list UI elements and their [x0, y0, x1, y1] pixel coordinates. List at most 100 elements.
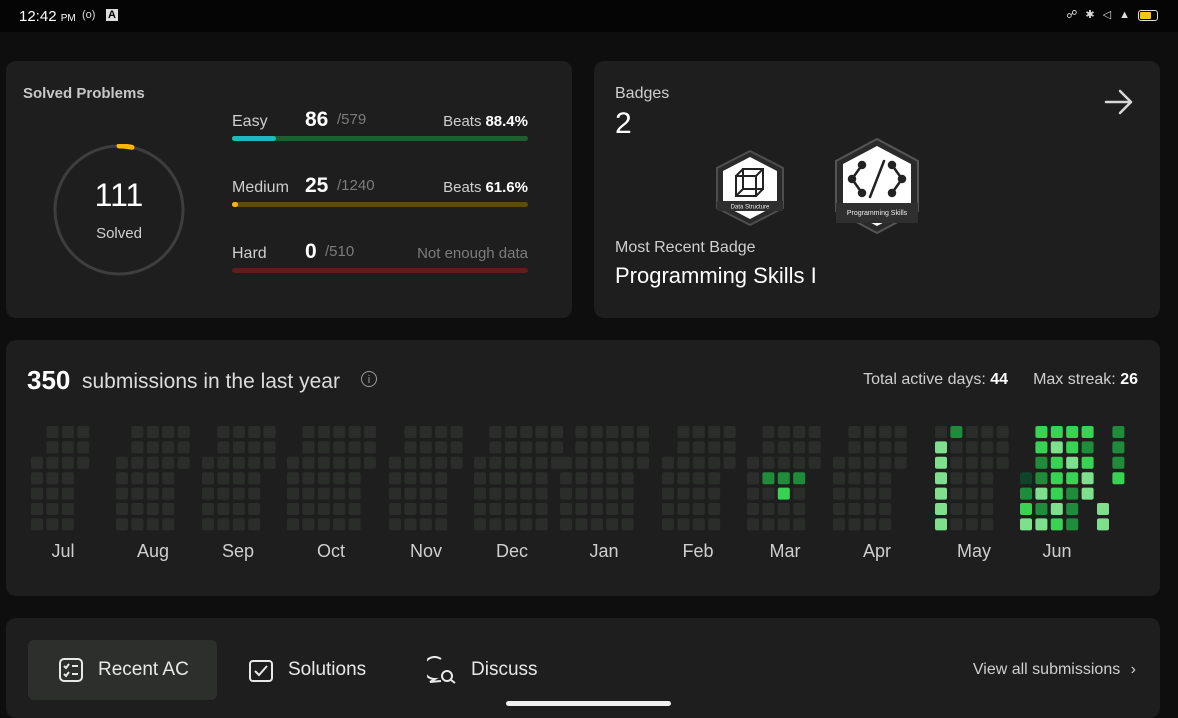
- heatmap-cell[interactable]: [879, 472, 892, 485]
- heatmap-cell[interactable]: [662, 456, 674, 469]
- heatmap-cell[interactable]: [217, 426, 230, 438]
- heatmap-cell[interactable]: [61, 472, 74, 485]
- heatmap-cell[interactable]: [116, 487, 128, 500]
- heatmap-cell[interactable]: [474, 503, 486, 515]
- heatmap-cell[interactable]: [217, 503, 230, 515]
- heatmap-cell[interactable]: [504, 487, 517, 500]
- heatmap-cell[interactable]: [848, 426, 861, 438]
- heatmap-cell[interactable]: [935, 487, 947, 500]
- heatmap-cell[interactable]: [1081, 441, 1094, 454]
- heatmap-cell[interactable]: [217, 518, 230, 531]
- heatmap-cell[interactable]: [317, 472, 330, 485]
- heatmap-cell[interactable]: [833, 456, 845, 469]
- heatmap-cell[interactable]: [1035, 441, 1048, 454]
- heatmap-cell[interactable]: [662, 472, 674, 485]
- heatmap-cell[interactable]: [1050, 472, 1063, 485]
- heatmap-cell[interactable]: [879, 518, 892, 531]
- heatmap-cell[interactable]: [848, 472, 861, 485]
- heatmap-cell[interactable]: [389, 456, 401, 469]
- heatmap-cell[interactable]: [46, 472, 59, 485]
- heatmap-cell[interactable]: [1035, 472, 1048, 485]
- heatmap-cell[interactable]: [435, 487, 448, 500]
- heatmap-cell[interactable]: [590, 456, 603, 469]
- heatmap-cell[interactable]: [1097, 503, 1109, 515]
- heatmap-cell[interactable]: [575, 456, 588, 469]
- heatmap-cell[interactable]: [1081, 487, 1094, 500]
- heatmap-cell[interactable]: [1020, 503, 1032, 515]
- heatmap-cell[interactable]: [31, 487, 43, 500]
- heatmap-cell[interactable]: [606, 426, 619, 438]
- heatmap-cell[interactable]: [793, 503, 806, 515]
- heatmap-cell[interactable]: [590, 426, 603, 438]
- heatmap-cell[interactable]: [1050, 487, 1063, 500]
- heatmap-cell[interactable]: [950, 426, 963, 438]
- heatmap-cell[interactable]: [621, 503, 634, 515]
- heatmap-cell[interactable]: [793, 518, 806, 531]
- heatmap-cell[interactable]: [879, 503, 892, 515]
- heatmap-cell[interactable]: [177, 441, 190, 454]
- heatmap-cell[interactable]: [489, 518, 502, 531]
- heatmap-cell[interactable]: [777, 456, 790, 469]
- heatmap-cell[interactable]: [131, 426, 144, 438]
- heatmap-cell[interactable]: [419, 472, 432, 485]
- heatmap-cell[interactable]: [560, 518, 572, 531]
- heatmap-cell[interactable]: [317, 487, 330, 500]
- heatmap-cell[interactable]: [708, 472, 721, 485]
- heatmap-cell[interactable]: [404, 487, 417, 500]
- heatmap-cell[interactable]: [46, 456, 59, 469]
- view-all-submissions-link[interactable]: View all submissions ›: [973, 661, 1136, 679]
- heatmap-cell[interactable]: [692, 472, 705, 485]
- heatmap-cell[interactable]: [520, 456, 533, 469]
- heatmap-cell[interactable]: [162, 456, 175, 469]
- heatmap-cell[interactable]: [1066, 426, 1079, 438]
- heatmap-cell[interactable]: [146, 503, 159, 515]
- heatmap-cell[interactable]: [621, 472, 634, 485]
- heatmap-cell[interactable]: [162, 503, 175, 515]
- heatmap-cell[interactable]: [621, 518, 634, 531]
- heatmap-cell[interactable]: [863, 472, 876, 485]
- heatmap-cell[interactable]: [1035, 487, 1048, 500]
- heatmap-cell[interactable]: [1020, 472, 1032, 485]
- heatmap-cell[interactable]: [489, 441, 502, 454]
- heatmap-cell[interactable]: [435, 518, 448, 531]
- heatmap-cell[interactable]: [348, 487, 361, 500]
- heatmap-cell[interactable]: [31, 503, 43, 515]
- heatmap-cell[interactable]: [333, 503, 346, 515]
- heatmap-cell[interactable]: [848, 456, 861, 469]
- heatmap-cell[interactable]: [435, 503, 448, 515]
- heatmap-cell[interactable]: [1020, 518, 1032, 531]
- heatmap-cell[interactable]: [61, 518, 74, 531]
- heatmap-cell[interactable]: [621, 441, 634, 454]
- heatmap-cell[interactable]: [535, 472, 548, 485]
- heatmap-cell[interactable]: [833, 472, 845, 485]
- heatmap-cell[interactable]: [61, 456, 74, 469]
- heatmap-cell[interactable]: [762, 456, 775, 469]
- heatmap-cell[interactable]: [575, 441, 588, 454]
- heatmap-cell[interactable]: [677, 456, 690, 469]
- heatmap-cell[interactable]: [450, 426, 463, 438]
- heatmap-cell[interactable]: [793, 487, 806, 500]
- heatmap-cell[interactable]: [692, 518, 705, 531]
- heatmap-cell[interactable]: [590, 487, 603, 500]
- heatmap-cell[interactable]: [1112, 472, 1125, 485]
- heatmap-cell[interactable]: [435, 456, 448, 469]
- heatmap-cell[interactable]: [364, 456, 376, 469]
- heatmap-cell[interactable]: [248, 472, 261, 485]
- heatmap-cell[interactable]: [474, 472, 486, 485]
- heatmap-cell[interactable]: [1066, 441, 1079, 454]
- heatmap-cell[interactable]: [863, 426, 876, 438]
- heatmap-cell[interactable]: [419, 503, 432, 515]
- heatmap-cell[interactable]: [747, 503, 759, 515]
- heatmap-cell[interactable]: [677, 503, 690, 515]
- heatmap-cell[interactable]: [662, 487, 674, 500]
- heatmap-cell[interactable]: [1035, 426, 1048, 438]
- heatmap-cell[interactable]: [419, 518, 432, 531]
- heatmap-cell[interactable]: [177, 456, 190, 469]
- heatmap-cell[interactable]: [575, 518, 588, 531]
- heatmap-cell[interactable]: [302, 503, 315, 515]
- heatmap-cell[interactable]: [263, 456, 276, 469]
- heatmap-cell[interactable]: [217, 487, 230, 500]
- heatmap-cell[interactable]: [833, 518, 845, 531]
- heatmap-cell[interactable]: [404, 426, 417, 438]
- heatmap-cell[interactable]: [287, 503, 299, 515]
